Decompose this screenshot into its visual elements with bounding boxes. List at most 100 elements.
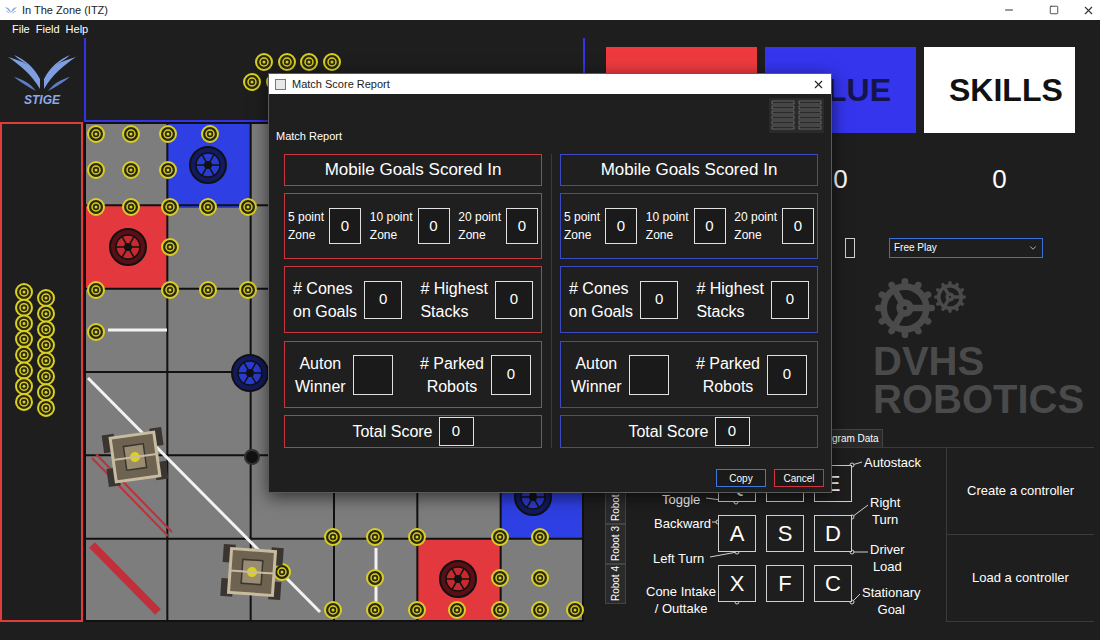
stat-group: # HighestStacks0 (696, 277, 809, 323)
gear-icon (933, 280, 967, 314)
cone-icon (367, 529, 383, 545)
cone-icon (123, 162, 139, 178)
cone-icon (88, 126, 104, 142)
value-field[interactable]: 0 (715, 417, 750, 446)
team-report: Mobile Goals Scored In5 pointZone010 poi… (560, 154, 818, 448)
value-field[interactable] (629, 355, 669, 395)
key-button[interactable]: C (814, 565, 852, 602)
value-field[interactable]: 0 (495, 281, 533, 319)
value-field[interactable]: 0 (364, 281, 402, 319)
controller-button[interactable]: Load a controller (947, 535, 1094, 622)
menu-item[interactable]: File (12, 21, 30, 38)
menu-item[interactable]: Field (36, 21, 60, 38)
red-loading-area (0, 122, 83, 622)
key-button[interactable]: X (718, 565, 756, 602)
cone-icon (409, 602, 425, 618)
toggle-box[interactable] (845, 238, 855, 258)
robot-tab[interactable]: Robot 3 (605, 524, 626, 564)
field-label: # Coneson Goals (293, 277, 357, 323)
cone-icon (38, 384, 54, 400)
score-header[interactable]: SKILLS (924, 47, 1075, 133)
stat-group: # ParkedRobots0 (696, 352, 807, 398)
value-field[interactable]: 0 (491, 355, 531, 395)
watermark-line: DVHS (873, 342, 1094, 380)
cone-icon (200, 199, 216, 215)
robot-icon[interactable] (102, 427, 169, 487)
cone-icon (532, 602, 548, 618)
menu-bar: File Field Help (0, 20, 1100, 38)
key-label: Backward (654, 515, 711, 532)
team-report: Mobile Goals Scored In5 pointZone010 poi… (284, 154, 542, 448)
field-label: AutonWinner (571, 352, 622, 398)
stat-group: # HighestStacks0 (420, 277, 533, 323)
field-label: # Coneson Goals (569, 277, 633, 323)
gears (873, 276, 1094, 342)
value-field[interactable]: 0 (782, 208, 814, 244)
value-field[interactable]: 0 (771, 281, 809, 319)
field-label: 10 pointZone (370, 208, 413, 244)
cone-icon (16, 394, 32, 410)
close-button[interactable] (1076, 0, 1100, 20)
dialog-body: Match ReportMobile Goals Scored In5 poin… (269, 94, 831, 492)
gear-icon (873, 276, 937, 340)
cone-icon (367, 570, 383, 586)
controller-button[interactable]: Create a controller (947, 448, 1094, 535)
cone-icon (532, 570, 548, 586)
cone-icon (240, 282, 256, 298)
maximize-button[interactable] (1031, 0, 1076, 20)
key-button[interactable]: A (718, 515, 756, 552)
key-button[interactable]: S (766, 515, 804, 552)
menu-item[interactable]: Help (66, 21, 89, 38)
key-label: Left Turn (653, 550, 704, 567)
field-label: # ParkedRobots (420, 352, 484, 398)
column-divider (542, 154, 560, 448)
zone-group: 5 pointZone0 (564, 208, 637, 244)
window-title: In The Zone (ITZ) (22, 2, 108, 19)
value-field[interactable]: 0 (767, 355, 807, 395)
value-field[interactable]: 0 (605, 208, 637, 244)
value-field[interactable]: 0 (418, 208, 450, 244)
dialog-button[interactable]: Cancel (774, 469, 824, 487)
value-field[interactable]: 0 (694, 208, 726, 244)
wings-logo-icon (4, 5, 18, 15)
cone-icon (162, 199, 178, 215)
report-columns: Mobile Goals Scored In5 pointZone010 poi… (276, 154, 824, 448)
watermark-line: ROBOTICS (873, 380, 1094, 418)
cone-icon (16, 331, 32, 347)
value-field[interactable]: 0 (329, 208, 361, 244)
value-field[interactable]: 0 (506, 208, 538, 244)
minimize-button[interactable] (986, 0, 1031, 20)
stat-group: AutonWinner (295, 352, 393, 398)
dialog-close-button[interactable] (805, 74, 831, 94)
cone-icon (301, 54, 317, 70)
dialog-buttons: Copy Cancel (276, 469, 824, 487)
stat-group: # Coneson Goals0 (293, 277, 402, 323)
field-label: # ParkedRobots (696, 352, 760, 398)
robot-tab[interactable]: Robot 4 (605, 564, 626, 604)
cone-icon (532, 529, 548, 545)
chevron-down-icon (1028, 243, 1038, 253)
cone-icon (16, 347, 32, 363)
team-logo-text: STIGE (24, 93, 60, 107)
cone-icon (38, 337, 54, 353)
value-field[interactable] (353, 355, 393, 395)
value-field[interactable]: 0 (439, 417, 474, 446)
cone-icon (160, 126, 176, 142)
robot-icon[interactable] (220, 544, 283, 600)
key-label: StationaryGoal (862, 584, 921, 618)
close-icon (812, 78, 825, 91)
key-button[interactable]: F (766, 565, 804, 602)
key-label: DriverLoad (870, 541, 905, 575)
key-button[interactable]: D (814, 515, 852, 552)
cone-icon (88, 199, 104, 215)
cone-icon (16, 300, 32, 316)
dialog-button[interactable]: Copy (716, 469, 766, 487)
panel-tab[interactable]: gram Data (828, 429, 883, 447)
stack-section: # Coneson Goals0# HighestStacks0 (560, 266, 818, 333)
cone-icon (160, 162, 176, 178)
value-field[interactable]: 0 (640, 281, 678, 319)
mode-select[interactable]: Free Play (889, 238, 1043, 258)
score-value: 0 (924, 133, 1075, 225)
cone-icon (88, 162, 104, 178)
dialog-header: Match Report (276, 94, 824, 154)
